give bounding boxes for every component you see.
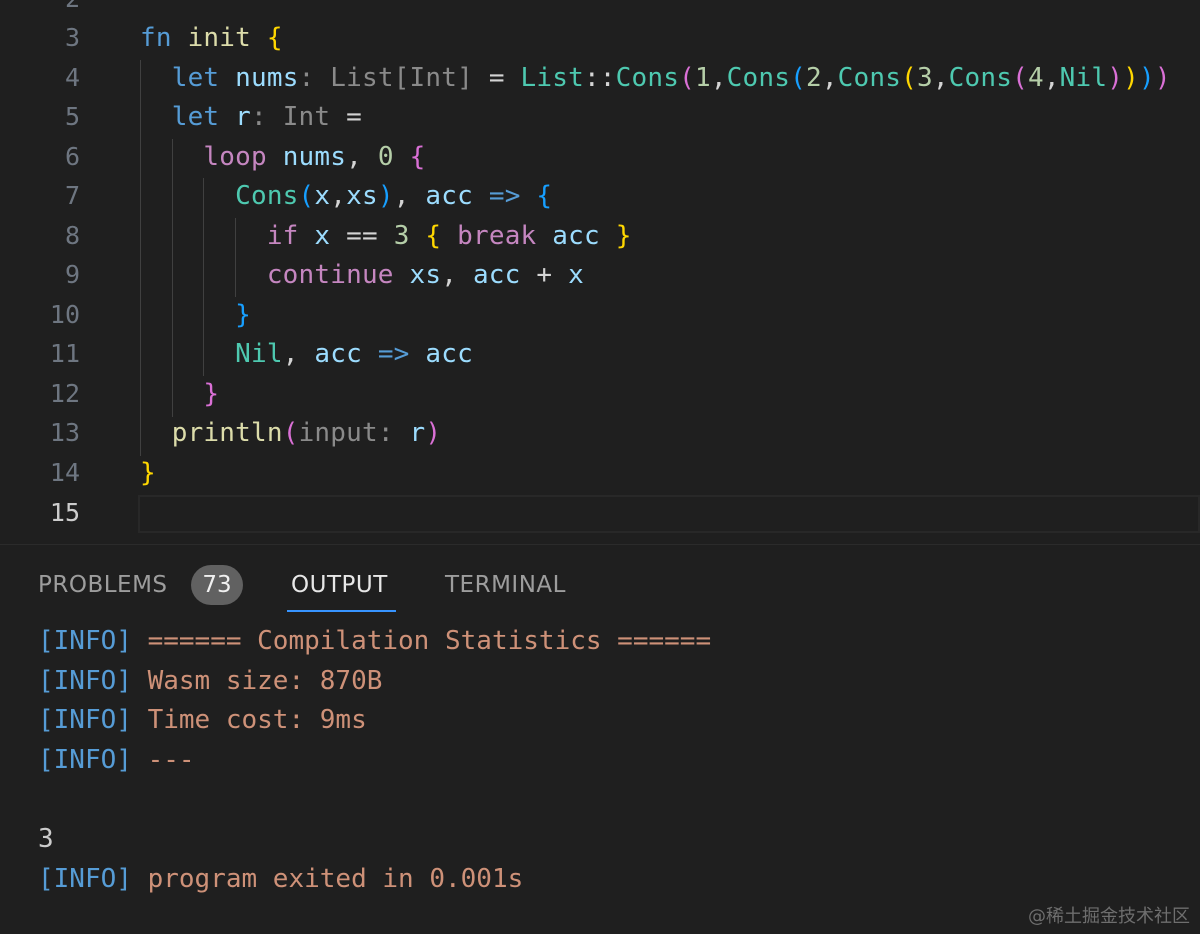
inlay-param-hint: input: bbox=[298, 418, 394, 448]
code-text: Nil, acc => acc bbox=[235, 339, 473, 369]
code-text: if x == 3 { break acc } bbox=[266, 221, 632, 251]
code-editor[interactable]: 2 3 fn init { 4 let nums: List[Int] = Li… bbox=[0, 0, 1200, 544]
code-line[interactable]: 11 Nil, acc => acc bbox=[0, 335, 1200, 375]
active-tab-indicator bbox=[287, 610, 396, 612]
code-line[interactable]: 13 println(input: r) bbox=[0, 414, 1200, 454]
tab-terminal[interactable]: TERMINAL bbox=[445, 567, 566, 603]
line-number: 14 bbox=[49, 458, 80, 487]
code-line[interactable]: 14 } bbox=[0, 454, 1200, 494]
code-line[interactable]: 2 bbox=[0, 0, 1200, 20]
bottom-panel: PROBLEMS 73 OUTPUT TERMINAL [INFO] =====… bbox=[0, 544, 1200, 934]
line-number: 12 bbox=[49, 379, 80, 408]
line-number: 11 bbox=[49, 339, 80, 368]
info-tag: [INFO] bbox=[38, 666, 132, 696]
output-line: [INFO] Time cost: 9ms bbox=[38, 700, 367, 740]
code-text: fn init { bbox=[140, 23, 283, 53]
output-message: --- bbox=[147, 745, 195, 775]
line-number: 10 bbox=[49, 300, 80, 329]
line-number: 13 bbox=[49, 418, 80, 447]
watermark: @稀土掘金技术社区 bbox=[1028, 906, 1190, 927]
code-line[interactable]: 6 loop nums, 0 { bbox=[0, 138, 1200, 178]
problems-count-badge: 73 bbox=[191, 565, 243, 605]
vscode-window: 2 3 fn init { 4 let nums: List[Int] = Li… bbox=[0, 0, 1200, 934]
code-text: Cons(x,xs), acc => { bbox=[235, 181, 553, 211]
code-text: continue xs, acc + x bbox=[266, 260, 584, 290]
line-number: 3 bbox=[64, 23, 80, 52]
tab-problems[interactable]: PROBLEMS bbox=[38, 567, 168, 603]
code-line[interactable]: 7 Cons(x,xs), acc => { bbox=[0, 177, 1200, 217]
output-line: [INFO] Wasm size: 870B bbox=[38, 661, 382, 701]
output-line: [INFO] ====== Compilation Statistics ===… bbox=[38, 621, 711, 661]
info-tag: [INFO] bbox=[38, 626, 132, 656]
panel-tabs: PROBLEMS 73 OUTPUT TERMINAL bbox=[0, 545, 1200, 615]
code-text: loop nums, 0 { bbox=[203, 142, 426, 172]
line-number: 4 bbox=[64, 63, 80, 92]
code-text: } bbox=[203, 379, 220, 409]
code-line[interactable]: 4 let nums: List[Int] = List::Cons(1,Con… bbox=[0, 59, 1200, 99]
code-text: } bbox=[140, 458, 156, 488]
code-line[interactable]: 9 continue xs, acc + x bbox=[0, 256, 1200, 296]
code-text: } bbox=[235, 300, 251, 330]
line-number: 5 bbox=[64, 102, 80, 131]
code-line[interactable]: 5 let r: Int = bbox=[0, 98, 1200, 138]
code-text: let r: Int = bbox=[171, 102, 362, 132]
exit-message: program exited in 0.001s bbox=[147, 864, 524, 894]
output-line: [INFO] --- bbox=[38, 740, 195, 780]
code-line[interactable]: 10 } bbox=[0, 296, 1200, 336]
output-message: Wasm size: 870B bbox=[147, 666, 383, 696]
line-number: 2 bbox=[0, 0, 80, 19]
code-text: println(input: r) bbox=[171, 418, 442, 448]
line-number: 7 bbox=[64, 181, 80, 210]
program-result: 3 bbox=[38, 824, 54, 854]
info-tag: [INFO] bbox=[38, 705, 132, 735]
info-tag: [INFO] bbox=[38, 864, 132, 894]
code-line[interactable]: 12 } bbox=[0, 375, 1200, 415]
code-text: let nums: List[Int] = List::Cons(1,Cons(… bbox=[171, 63, 1171, 93]
output-line: [INFO] program exited in 0.001s bbox=[38, 859, 523, 899]
line-number: 6 bbox=[64, 142, 80, 171]
code-line-active[interactable]: 15 bbox=[0, 494, 1200, 534]
tab-output[interactable]: OUTPUT bbox=[291, 567, 388, 603]
inlay-type-hint: : List[Int] bbox=[298, 63, 473, 93]
inlay-type-hint: : Int bbox=[251, 102, 331, 132]
code-line[interactable]: 3 fn init { bbox=[0, 19, 1200, 59]
code-line[interactable]: 8 if x == 3 { break acc } bbox=[0, 217, 1200, 257]
line-number: 15 bbox=[49, 498, 80, 527]
output-message: Time cost: 9ms bbox=[147, 705, 367, 735]
info-tag: [INFO] bbox=[38, 745, 132, 775]
output-message: ====== Compilation Statistics ====== bbox=[147, 626, 712, 656]
line-number: 8 bbox=[64, 221, 80, 250]
line-number: 9 bbox=[64, 260, 80, 289]
